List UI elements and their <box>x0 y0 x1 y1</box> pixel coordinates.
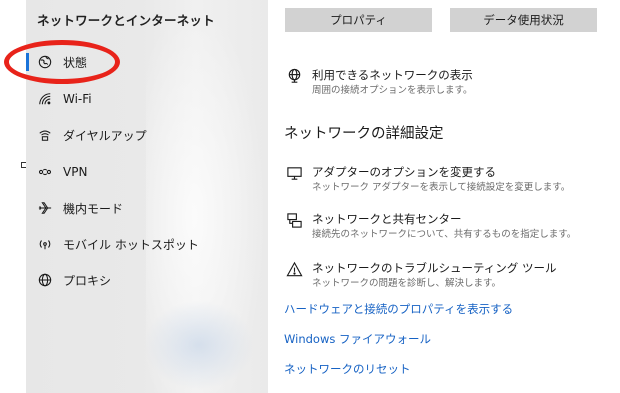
show-networks-item[interactable]: 利用できるネットワークの表示 周囲の接続オプションを表示します。 <box>284 68 473 98</box>
sidebar-item-label: モバイル ホットスポット <box>63 237 199 252</box>
adapter-options-subtitle: ネットワーク アダプターを表示して接続設定を変更します。 <box>312 182 571 193</box>
sidebar-item-hotspot[interactable]: モバイル ホットスポット <box>26 229 268 259</box>
adapter-options-title: アダプターのオプションを変更する <box>312 165 496 179</box>
sidebar-item-dialup[interactable]: ダイヤルアップ <box>26 120 268 150</box>
wifi-icon <box>37 91 53 107</box>
network-reset-link[interactable]: ネットワークのリセット <box>284 361 411 377</box>
globe-icon <box>37 272 53 288</box>
sidebar-item-wifi[interactable]: Wi-Fi <box>26 84 268 114</box>
data-usage-button[interactable]: データ使用状況 <box>450 8 597 32</box>
sharing-center-subtitle: 接続先のネットワークについて、共有するものを指定します。 <box>312 229 577 240</box>
hardware-properties-link[interactable]: ハードウェアと接続のプロパティを表示する <box>284 301 513 317</box>
sharing-icon <box>284 212 304 232</box>
sidebar-backdrop-blob <box>144 300 254 390</box>
sidebar-item-proxy[interactable]: プロキシ <box>26 265 268 295</box>
troubleshooter-title: ネットワークのトラブルシューティング ツール <box>312 261 557 275</box>
sidebar-item-airplane[interactable]: 機内モード <box>26 193 268 223</box>
sidebar-item-vpn[interactable]: VPN <box>26 157 268 187</box>
dialup-icon <box>37 127 53 143</box>
sidebar-item-label: 機内モード <box>63 201 124 216</box>
sidebar-item-label: プロキシ <box>63 273 112 288</box>
sharing-center-title: ネットワークと共有センター <box>312 212 462 226</box>
properties-button[interactable]: プロパティ <box>285 8 432 32</box>
troubleshooter-subtitle: ネットワークの問題を診断し、解決します。 <box>312 278 502 289</box>
main-content: プロパティ データ使用状況 利用できるネットワークの表示 周囲の接続オプションを… <box>268 0 620 393</box>
sidebar-item-label: Wi-Fi <box>63 92 92 106</box>
windows-firewall-link[interactable]: Windows ファイアウォール <box>284 331 431 347</box>
sidebar-item-label: VPN <box>63 165 88 179</box>
show-networks-title: 利用できるネットワークの表示 <box>312 68 473 82</box>
monitor-icon <box>284 165 304 185</box>
sidebar-item-label: ダイヤルアップ <box>63 128 147 143</box>
adapter-options-item[interactable]: アダプターのオプションを変更する ネットワーク アダプターを表示して接続設定を変… <box>284 165 570 195</box>
airplane-icon <box>37 200 53 216</box>
sharing-center-item[interactable]: ネットワークと共有センター 接続先のネットワークについて、共有するものを指定しま… <box>284 212 576 242</box>
vpn-icon <box>37 164 53 180</box>
warning-icon <box>284 261 304 281</box>
show-networks-subtitle: 周囲の接続オプションを表示します。 <box>312 85 473 96</box>
advanced-settings-heading: ネットワークの詳細設定 <box>284 126 444 142</box>
sidebar-title: ネットワークとインターネット <box>37 13 215 28</box>
hotspot-icon <box>37 236 53 252</box>
highlight-circle <box>4 40 120 84</box>
troubleshooter-item[interactable]: ネットワークのトラブルシューティング ツール ネットワークの問題を診断し、解決し… <box>284 261 556 291</box>
network-list-icon <box>284 68 304 88</box>
settings-window: ネットワークとインターネット 状態 Wi-Fi ダイヤルアップ VPN 機内モー… <box>0 0 620 393</box>
